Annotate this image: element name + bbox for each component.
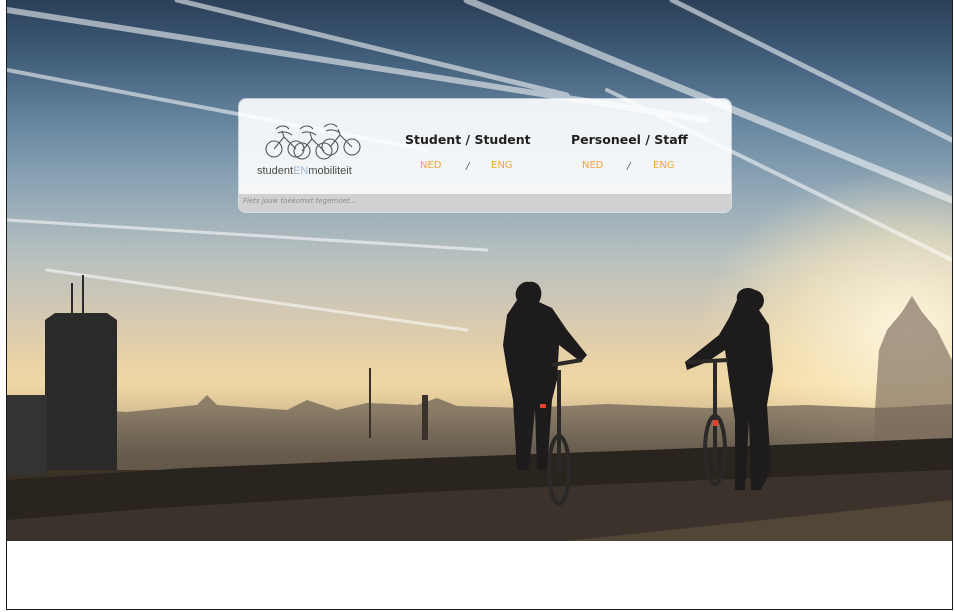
tagline: Fiets jouw toekomst tegemoet... <box>243 197 357 205</box>
logo-word-mobiliteit: mobiliteit <box>308 165 352 177</box>
student-link-separator: / <box>466 161 470 172</box>
staff-link-separator: / <box>627 161 631 172</box>
staff-section-title: Personeel / Staff <box>571 132 688 147</box>
hero-scene <box>7 0 952 541</box>
cyclists-logo-icon <box>265 123 361 160</box>
studentenmobiliteit-logo[interactable]: studentENmobiliteit <box>256 121 371 181</box>
student-eng-link[interactable]: ENG <box>491 160 513 171</box>
student-ned-link[interactable]: NED <box>420 160 442 171</box>
logo-word-en: EN <box>293 165 309 177</box>
staff-eng-link[interactable]: ENG <box>653 160 675 171</box>
logo-wordmark: studentENmobiliteit <box>257 165 352 177</box>
staff-ned-link[interactable]: NED <box>582 160 604 171</box>
card-footer: Fiets jouw toekomst tegemoet... <box>239 194 731 212</box>
entry-card: studentENmobiliteit Student / Student NE… <box>239 99 731 212</box>
logo-word-student: student <box>257 165 294 177</box>
student-section-title: Student / Student <box>405 132 531 147</box>
hero-photo <box>7 0 952 541</box>
